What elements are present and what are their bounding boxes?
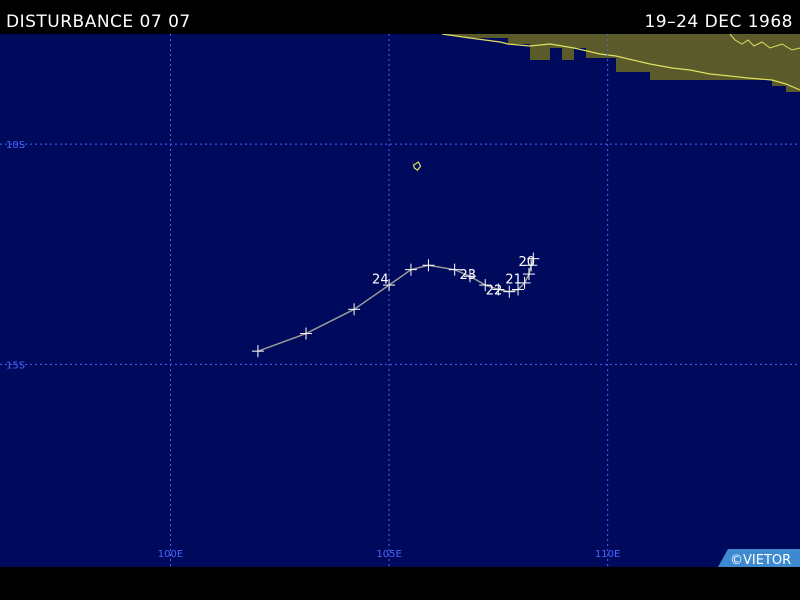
credit-badge: ©VIETOR (718, 549, 800, 568)
day-label: 24 (372, 272, 389, 287)
lon-label: 110E (595, 549, 620, 560)
date-range: 19–24 DEC 1968 (644, 12, 793, 32)
lon-label: 100E (158, 549, 183, 560)
day-label: 22 (486, 283, 503, 298)
day-label: 21 (505, 272, 522, 287)
day-label: 20 (519, 255, 536, 270)
footer-bar (0, 567, 800, 600)
ocean (0, 34, 800, 567)
credit-text: ©VIETOR (730, 553, 791, 567)
day-label: 23 (459, 268, 476, 283)
lon-label: 105E (376, 549, 401, 560)
lat-label: 10S (6, 140, 25, 151)
track-map[interactable]: 10S 15S 100E 105E 110E 20 21 22 23 24 ©VIETOR (0, 33, 800, 568)
header-bar: DISTURBANCE 07 07 19–24 DEC 1968 (0, 0, 800, 34)
lat-label: 15S (6, 360, 25, 371)
storm-title: DISTURBANCE 07 07 (6, 12, 191, 32)
